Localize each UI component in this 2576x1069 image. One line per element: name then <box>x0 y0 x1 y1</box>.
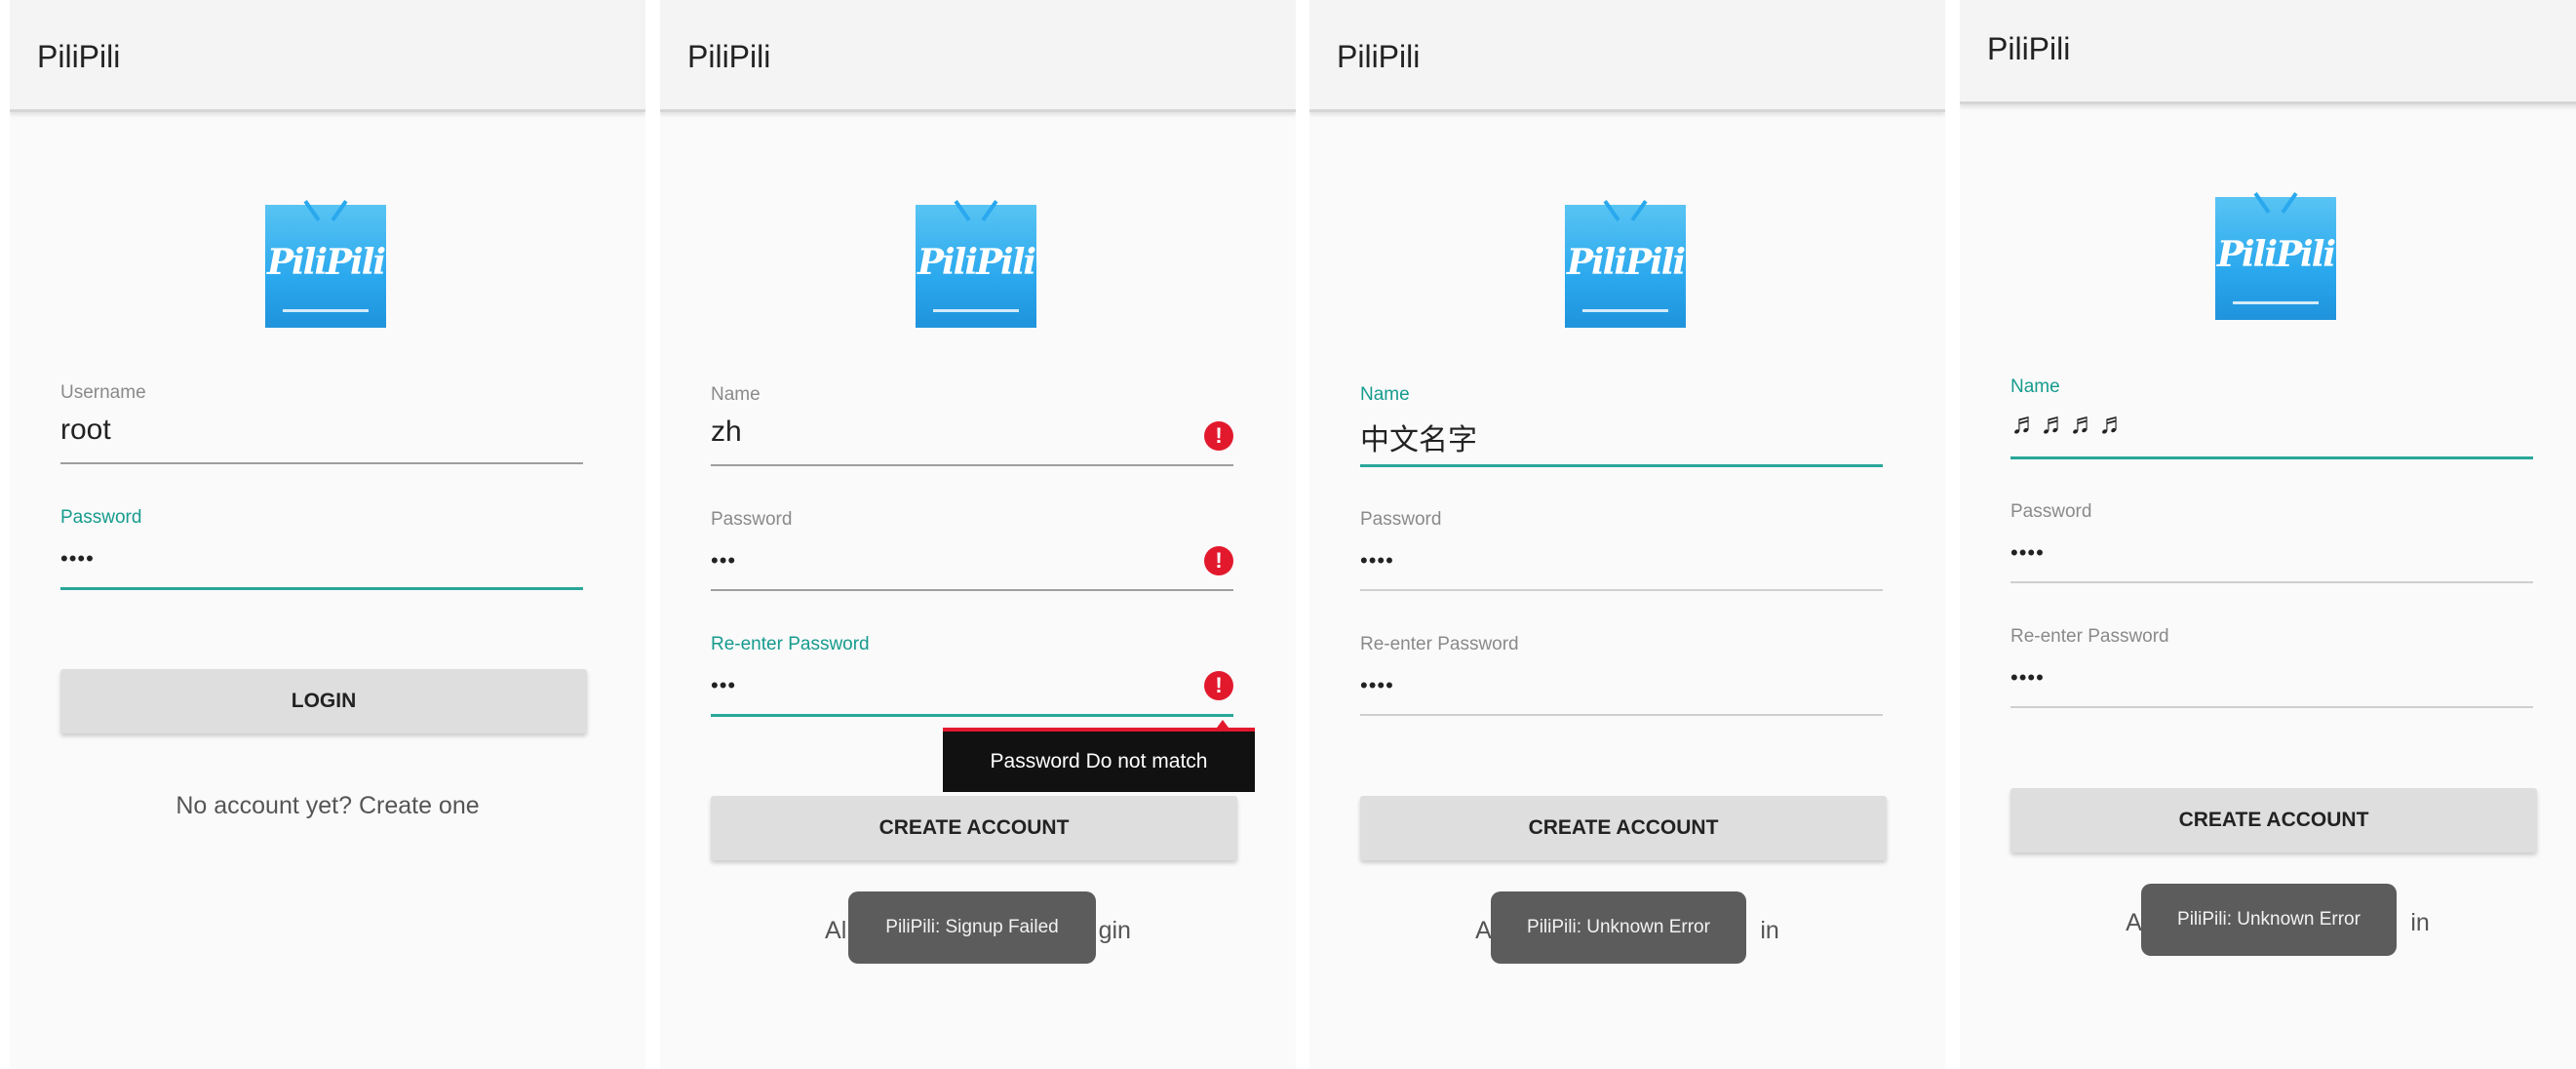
create-account-button[interactable]: CREATE ACCOUNT <box>2010 788 2537 852</box>
reenter-password-value: •••• <box>2010 665 2045 690</box>
toast-message: PiliPili: Unknown Error <box>1491 891 1746 964</box>
password-label: Password <box>60 507 142 528</box>
pilipili-logo: PiliPili <box>916 200 1036 328</box>
password-value: ••• <box>711 548 737 573</box>
app-bar: PiliPili <box>1309 0 1945 112</box>
reenter-password-underline <box>1360 714 1883 716</box>
reenter-password-field[interactable]: Re-enter Password •••• <box>2010 626 2533 714</box>
reenter-password-field[interactable]: Re-enter Password ••• ! <box>711 634 1233 722</box>
toast-message: PiliPili: Signup Failed <box>848 891 1096 964</box>
name-underline <box>1360 464 1883 467</box>
app-bar: PiliPili <box>10 0 645 112</box>
logo-text: PiliPili <box>2216 234 2336 275</box>
app-title: PiliPili <box>1987 31 2071 66</box>
app-title: PiliPili <box>687 39 771 74</box>
password-value: •••• <box>2010 540 2045 565</box>
login-screen: PiliPili PiliPili Username root Password… <box>10 0 645 1069</box>
username-underline <box>60 462 583 464</box>
error-tooltip: Password Do not match <box>943 732 1255 792</box>
password-underline <box>2010 581 2533 583</box>
password-underline <box>60 587 583 590</box>
login-link-right: in <box>1760 917 1779 944</box>
login-link-right: gin <box>1098 917 1131 944</box>
signup-screen-symbols: PiliPili PiliPili Name ♬♬♬♬ Password •••… <box>1960 0 2576 1069</box>
password-field[interactable]: Password •••• <box>2010 501 2533 589</box>
name-underline <box>711 464 1233 466</box>
toast-message: PiliPili: Unknown Error <box>2141 884 2397 956</box>
password-field[interactable]: Password ••• ! <box>711 509 1233 597</box>
password-label: Password <box>2010 501 2092 522</box>
reenter-password-value: •••• <box>1360 673 1394 697</box>
app-title: PiliPili <box>37 39 121 74</box>
create-account-button[interactable]: CREATE ACCOUNT <box>1360 796 1887 860</box>
password-field[interactable]: Password •••• <box>60 507 583 595</box>
password-value: •••• <box>60 546 95 571</box>
login-button[interactable]: LOGIN <box>60 669 587 733</box>
reenter-password-label: Re-enter Password <box>2010 626 2169 647</box>
name-label: Name <box>2010 376 2060 397</box>
password-value: •••• <box>1360 548 1394 573</box>
name-field[interactable]: Name zh ! <box>711 384 1233 472</box>
app-bar: PiliPili <box>1960 0 2576 104</box>
pilipili-logo: PiliPili <box>265 200 386 328</box>
username-label: Username <box>60 382 146 403</box>
reenter-password-field[interactable]: Re-enter Password •••• <box>1360 634 1883 722</box>
login-link-right: in <box>2410 909 2430 936</box>
password-label: Password <box>711 509 793 530</box>
reenter-password-underline <box>711 714 1233 717</box>
pilipili-logo: PiliPili <box>1565 200 1686 328</box>
username-field[interactable]: Username root <box>60 382 583 470</box>
name-value: 中文名字 <box>1360 424 1477 456</box>
error-icon: ! <box>1204 671 1233 700</box>
reenter-password-value: ••• <box>711 673 737 697</box>
name-value: zh <box>711 416 742 448</box>
error-icon: ! <box>1204 421 1233 451</box>
signup-screen-mismatch: PiliPili PiliPili Name zh ! Password •••… <box>660 0 1296 1069</box>
reenter-password-label: Re-enter Password <box>711 634 870 654</box>
reenter-password-label: Re-enter Password <box>1360 634 1519 654</box>
password-field[interactable]: Password •••• <box>1360 509 1883 597</box>
password-underline <box>1360 589 1883 591</box>
name-label: Name <box>711 384 761 405</box>
logo-text: PiliPili <box>266 242 386 283</box>
create-account-link[interactable]: No account yet? Create one <box>10 792 645 820</box>
name-field[interactable]: Name 中文名字 <box>1360 384 1883 472</box>
error-icon: ! <box>1204 546 1233 575</box>
name-field[interactable]: Name ♬♬♬♬ <box>2010 376 2533 464</box>
app-title: PiliPili <box>1337 39 1421 74</box>
reenter-password-underline <box>2010 706 2533 708</box>
password-label: Password <box>1360 509 1442 530</box>
pilipili-logo: PiliPili <box>2215 192 2336 320</box>
logo-text: PiliPili <box>917 242 1036 283</box>
create-account-button[interactable]: CREATE ACCOUNT <box>711 796 1237 860</box>
name-label: Name <box>1360 384 1410 405</box>
name-value: ♬♬♬♬ <box>2010 408 2127 440</box>
name-underline <box>2010 456 2533 459</box>
password-underline <box>711 589 1233 591</box>
app-bar: PiliPili <box>660 0 1296 112</box>
signup-screen-chinese: PiliPili PiliPili Name 中文名字 Password •••… <box>1309 0 1945 1069</box>
logo-text: PiliPili <box>1566 242 1686 283</box>
username-value: root <box>60 414 111 446</box>
